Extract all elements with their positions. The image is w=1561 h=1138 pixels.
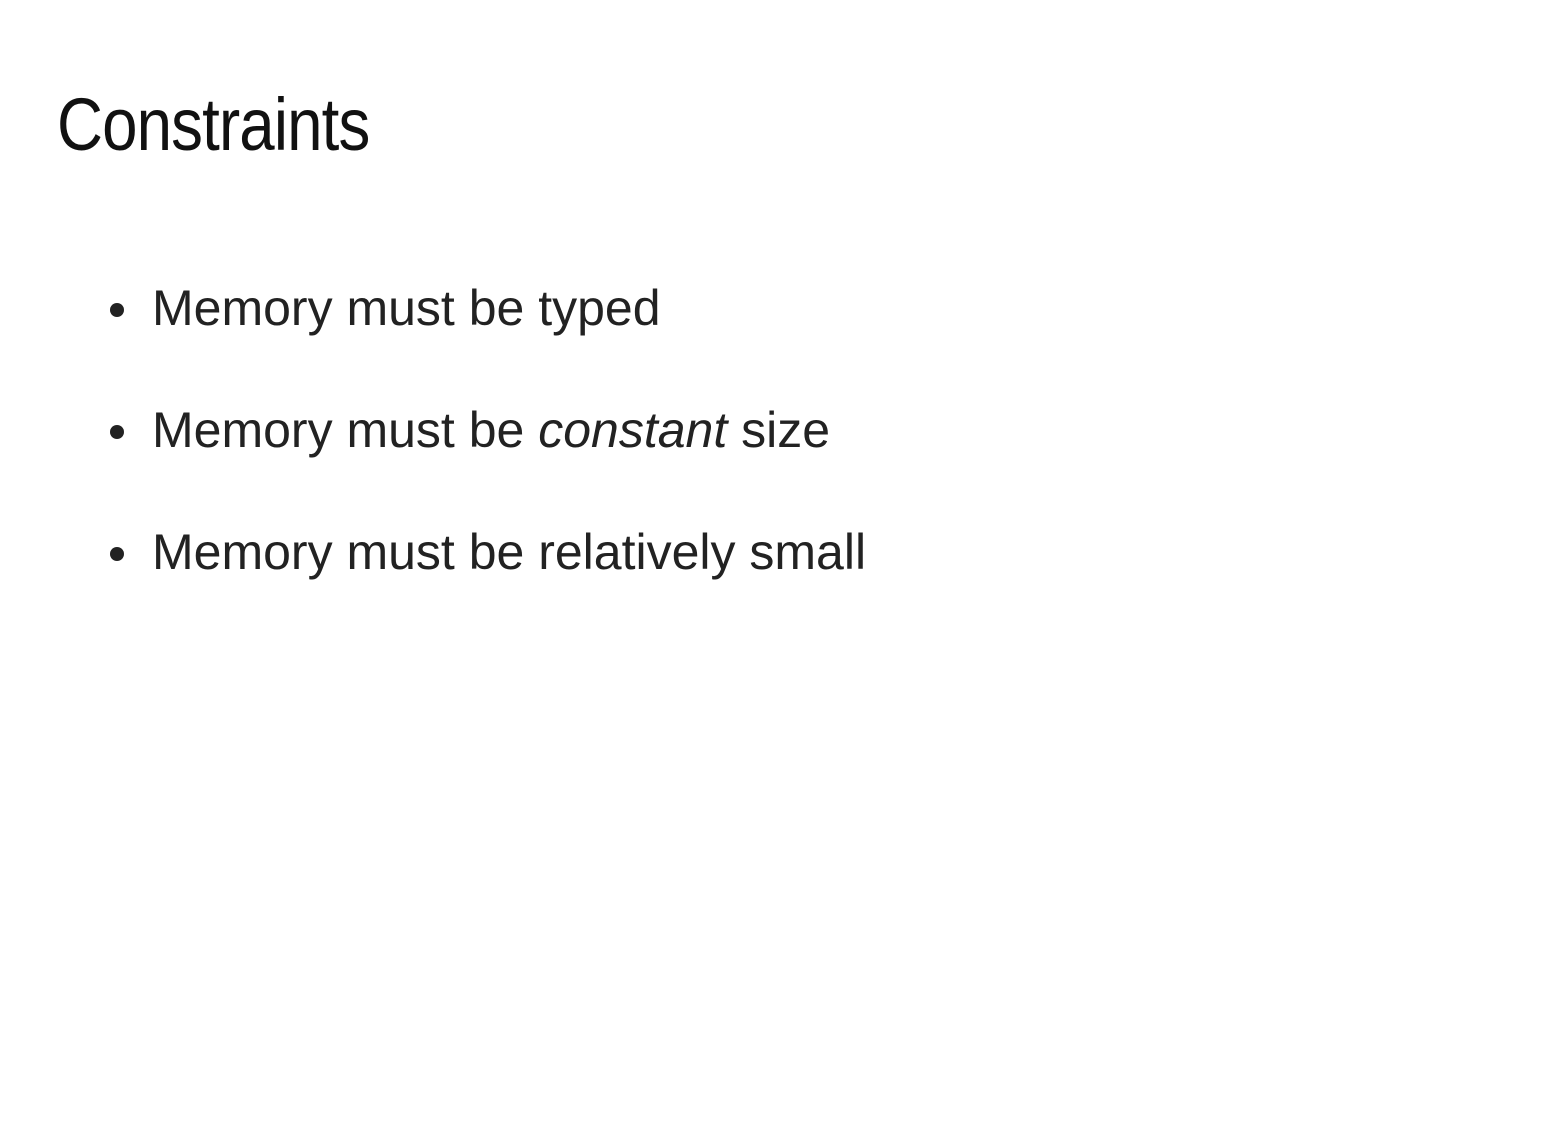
- bullet-emphasis: constant: [538, 402, 728, 458]
- bullet-text: Memory must be: [152, 402, 539, 458]
- bullet-item: Memory must be relatively small: [108, 522, 866, 582]
- bullet-text-after: size: [727, 402, 831, 458]
- bullet-text: Memory must be typed: [152, 280, 661, 336]
- bullet-dot: [110, 425, 124, 439]
- bullet-item: Memory must be constant size: [108, 400, 866, 460]
- slide-title: Constraints: [57, 83, 370, 166]
- bullet-list: Memory must be typed Memory must be cons…: [108, 278, 866, 644]
- bullet-item: Memory must be typed: [108, 278, 866, 338]
- bullet-text: Memory must be relatively small: [152, 524, 867, 580]
- bullet-dot: [110, 303, 124, 317]
- bullet-dot: [110, 547, 124, 561]
- slide: Constraints Memory must be typed Memory …: [0, 0, 1561, 1138]
